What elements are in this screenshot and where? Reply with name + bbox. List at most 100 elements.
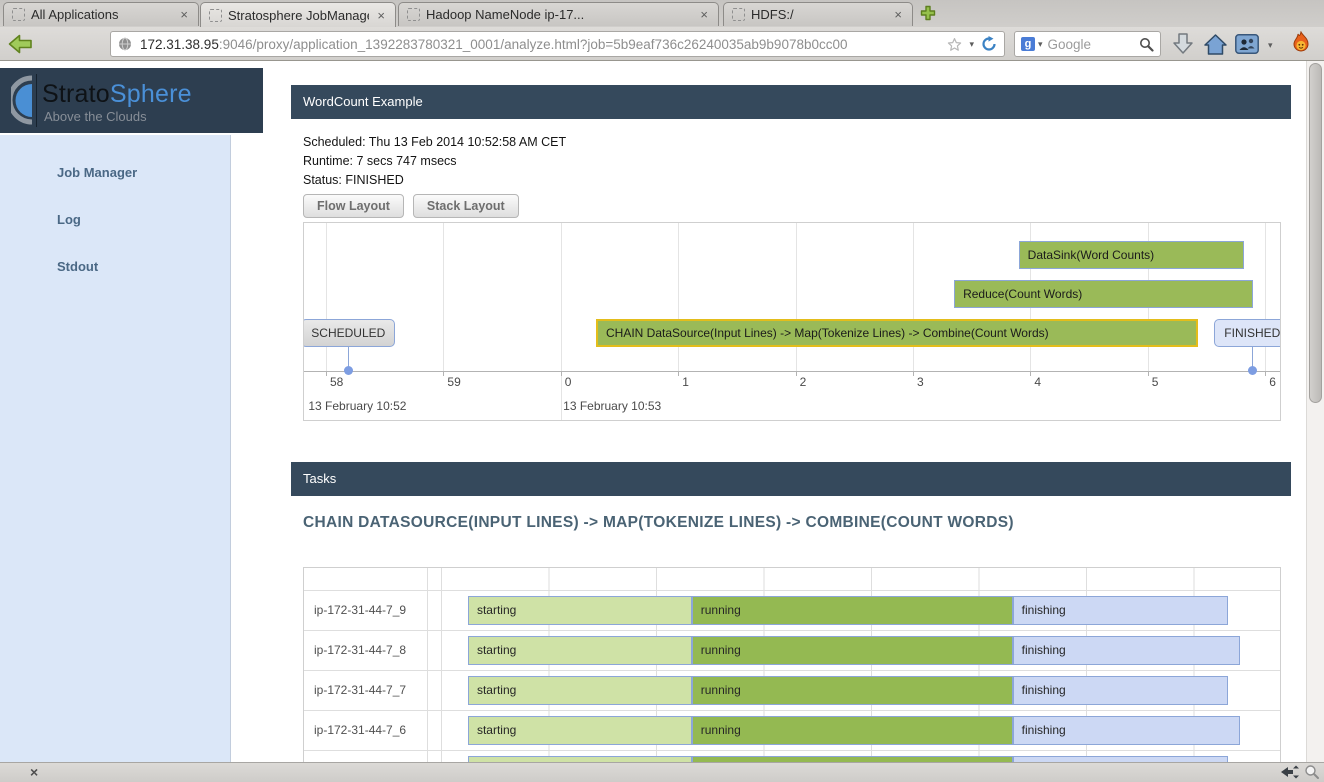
task-segment-finishing: finishing xyxy=(1013,676,1228,705)
sidebar-item-job-manager[interactable]: Job Manager xyxy=(57,165,137,180)
url-bar[interactable]: 172.31.38.95:9046/proxy/application_1392… xyxy=(110,31,1005,57)
scrollbar-thumb[interactable] xyxy=(1309,63,1322,403)
axis-tick-label: 6 xyxy=(1269,375,1276,389)
logo-tagline: Above the Clouds xyxy=(44,109,147,124)
marker-dot-icon xyxy=(1248,366,1257,375)
flow-layout-button[interactable]: Flow Layout xyxy=(303,194,404,218)
search-engine-dropdown-icon[interactable]: ▾ xyxy=(1038,39,1043,50)
task-gap-cell xyxy=(428,711,442,750)
zoom-magnifier-icon[interactable] xyxy=(1304,764,1320,780)
vertical-scrollbar[interactable] xyxy=(1306,61,1324,762)
tab-strip: All Applications×Stratosphere JobManager… xyxy=(0,0,1324,27)
toolbar-overflow-icon[interactable]: ▾ xyxy=(1268,40,1273,51)
url-text[interactable]: 172.31.38.95:9046/proxy/application_1392… xyxy=(140,37,947,52)
tab-0[interactable]: All Applications× xyxy=(3,2,199,26)
axis-tick xyxy=(796,371,797,376)
url-host: 172.31.38.95 xyxy=(140,37,219,52)
gridline xyxy=(326,223,327,371)
task-segment-finishing: finishing xyxy=(1013,596,1228,625)
timeline-bar[interactable]: Reduce(Count Words) xyxy=(954,280,1253,308)
gridline xyxy=(678,223,679,371)
axis-tick xyxy=(326,371,327,376)
task-segment-running: running xyxy=(692,676,1013,705)
job-panel-header: WordCount Example xyxy=(291,85,1291,119)
task-bar-track: startingrunningfinishing xyxy=(442,671,1280,710)
job-status-text: Status: FINISHED xyxy=(303,173,404,187)
flame-addon-icon[interactable] xyxy=(1290,31,1312,55)
logo-title-strato: Strato xyxy=(42,80,110,108)
task-host-label: ip-172-31-44-7_7 xyxy=(304,671,428,710)
navigation-toolbar: 172.31.38.95:9046/proxy/application_1392… xyxy=(0,27,1324,61)
axis-tick-label: 59 xyxy=(447,375,460,389)
time-axis xyxy=(304,371,1280,372)
tab-close-icon[interactable]: × xyxy=(698,7,710,22)
tab-favicon-icon xyxy=(732,8,745,21)
logo-title: StratoSphere xyxy=(42,80,192,109)
tasks-panel-header: Tasks xyxy=(291,462,1291,496)
tab-close-icon[interactable]: × xyxy=(892,7,904,22)
axis-tick xyxy=(678,371,679,376)
timeline-bar[interactable]: CHAIN DataSource(Input Lines) -> Map(Tok… xyxy=(596,319,1198,347)
reload-icon[interactable] xyxy=(981,36,997,52)
tab-label: Stratosphere JobManager xyxy=(228,8,369,23)
tab-groups-icon[interactable] xyxy=(1235,34,1259,54)
sidebar-nav: Job Manager Log Stdout xyxy=(0,135,231,762)
gridline xyxy=(913,223,914,371)
task-row: ip-172-31-44-7_7 startingrunningfinishing xyxy=(304,671,1280,711)
logo-divider xyxy=(36,74,37,127)
task-segment-finishing: finishing xyxy=(1013,636,1240,665)
tab-1[interactable]: Stratosphere JobManager × xyxy=(200,2,396,27)
timeline-marker-finished[interactable]: FINISHED xyxy=(1214,319,1281,347)
plus-icon xyxy=(919,4,937,22)
statusbar-close-icon[interactable]: × xyxy=(30,764,38,780)
new-tab-button[interactable] xyxy=(919,4,939,24)
gridline xyxy=(561,223,562,420)
tab-favicon-icon xyxy=(209,9,222,22)
sidebar-item-stdout[interactable]: Stdout xyxy=(57,259,98,274)
task-table-header-cell xyxy=(304,568,428,590)
logo-title-sphere: Sphere xyxy=(110,80,192,108)
search-engine-favicon[interactable]: g xyxy=(1021,37,1035,51)
search-magnifier-icon[interactable] xyxy=(1139,37,1154,52)
axis-tick xyxy=(1265,371,1266,376)
tab-label: HDFS:/ xyxy=(751,7,886,22)
home-icon[interactable] xyxy=(1203,33,1228,56)
tab-close-icon[interactable]: × xyxy=(375,8,387,23)
url-dropdown-icon[interactable]: ▾ xyxy=(969,39,974,50)
task-segment-starting: starting xyxy=(468,676,692,705)
task-table-header-cell xyxy=(428,568,442,590)
task-host-label: ip-172-31-44-7_9 xyxy=(304,591,428,630)
sphere-logo-icon xyxy=(11,75,35,125)
stack-layout-button[interactable]: Stack Layout xyxy=(413,194,519,218)
task-gap-cell xyxy=(428,671,442,710)
bookmark-star-icon[interactable] xyxy=(947,37,962,52)
pan-arrows-icon[interactable] xyxy=(1280,764,1300,780)
stratosphere-logo: StratoSphere Above the Clouds xyxy=(0,68,263,133)
url-path: :9046/proxy/application_1392283780321_00… xyxy=(219,37,848,52)
task-row: ip-172-31-44-7_8startingrunningfinishing xyxy=(304,631,1280,671)
gridline xyxy=(1265,223,1266,371)
tab-2[interactable]: Hadoop NameNode ip-17... × xyxy=(398,2,719,26)
task-row: ip-172-31-44-7_9startingrunningfinishing xyxy=(304,591,1280,631)
site-identity-globe-icon[interactable] xyxy=(118,37,132,51)
axis-tick-label: 5 xyxy=(1152,375,1159,389)
search-bar[interactable]: g ▾ Google xyxy=(1014,31,1161,57)
axis-date-label: 13 February 10:52 xyxy=(308,399,406,413)
timeline-bar[interactable]: DataSink(Word Counts) xyxy=(1019,241,1244,269)
sidebar-item-log[interactable]: Log xyxy=(57,212,81,227)
axis-tick-label: 2 xyxy=(800,375,807,389)
tab-label: Hadoop NameNode ip-17... xyxy=(426,7,692,22)
back-button[interactable] xyxy=(7,31,33,57)
task-segment-finishing: finishing xyxy=(1013,716,1240,745)
axis-tick xyxy=(1030,371,1031,376)
tab-close-icon[interactable]: × xyxy=(178,7,190,22)
job-runtime-text: Runtime: 7 secs 747 msecs xyxy=(303,154,457,168)
task-host-label: ip-172-31-44-7_6 xyxy=(304,711,428,750)
downloads-icon[interactable] xyxy=(1172,32,1194,56)
axis-tick xyxy=(913,371,914,376)
timeline-marker-scheduled[interactable]: SCHEDULED xyxy=(303,319,395,347)
tab-3[interactable]: HDFS:/ × xyxy=(723,2,913,26)
axis-tick xyxy=(443,371,444,376)
task-row: ip-172-31-44-7_6startingrunningfinishing xyxy=(304,711,1280,751)
search-input[interactable]: Google xyxy=(1048,37,1139,52)
